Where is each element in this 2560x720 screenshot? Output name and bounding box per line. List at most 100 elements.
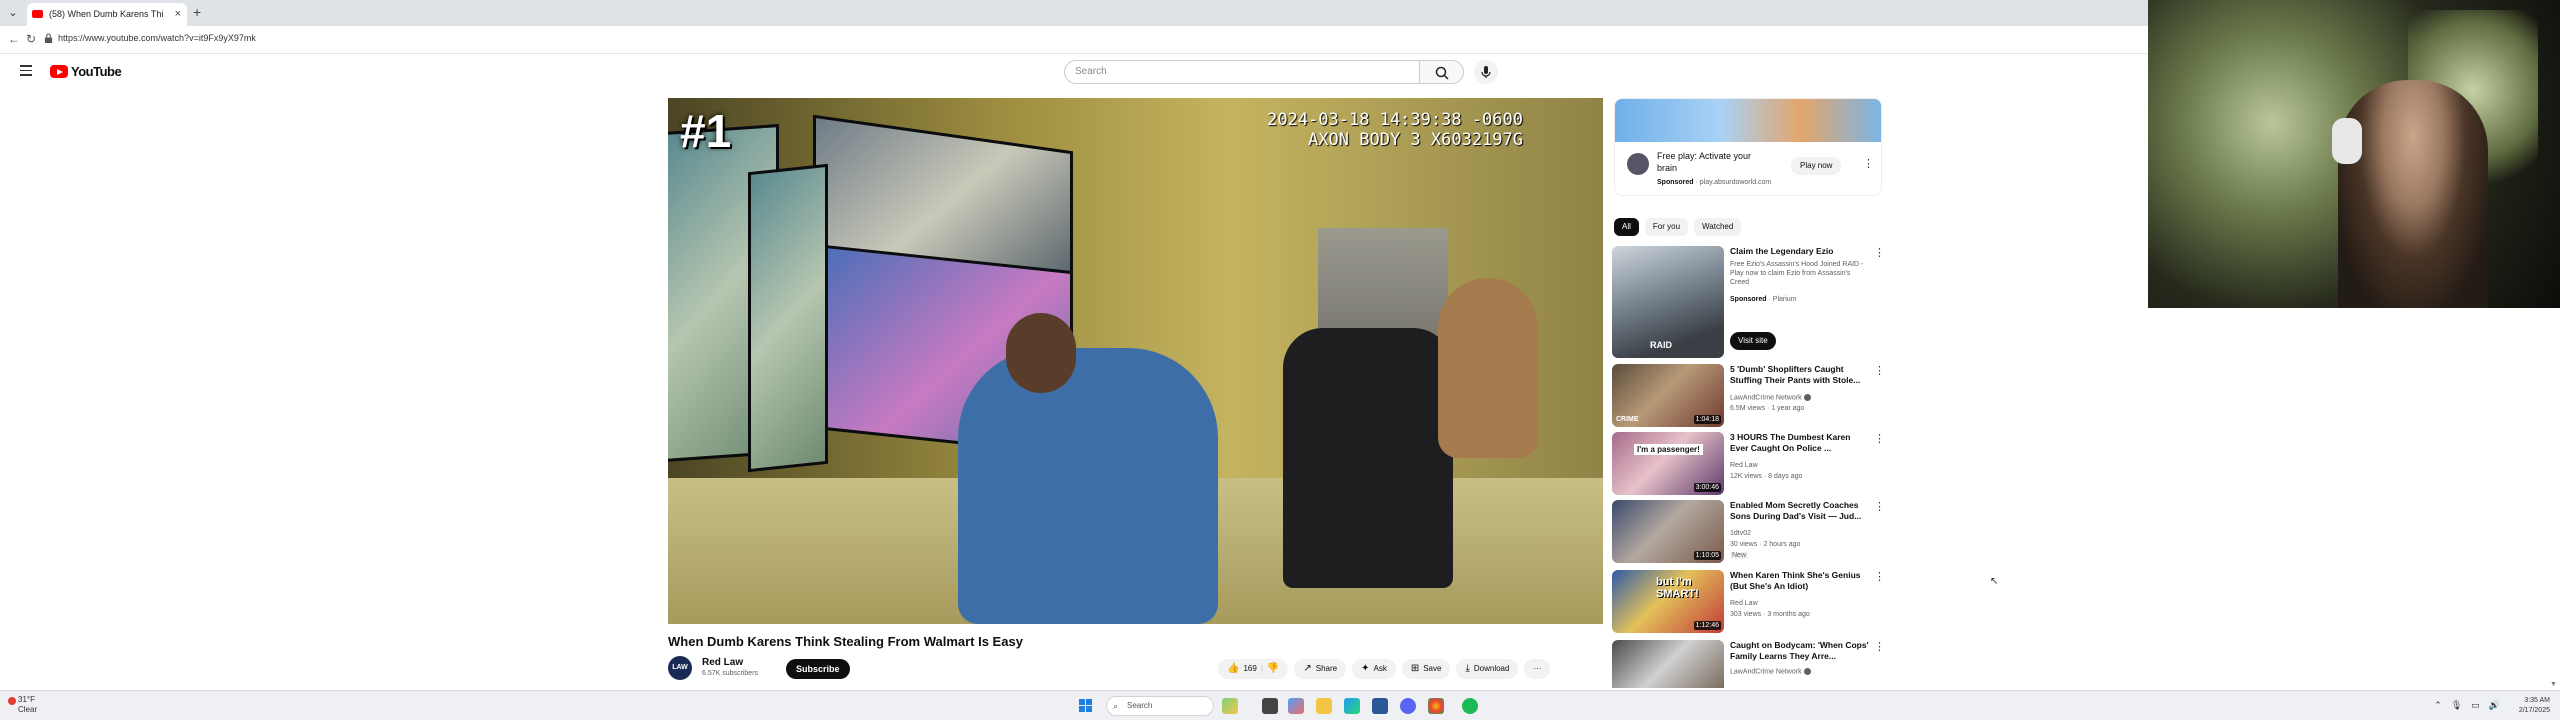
rec-thumbnail[interactable]: 1:10:05 — [1612, 500, 1724, 563]
save-button[interactable]: ⊞ Save — [1401, 659, 1451, 679]
url-field[interactable]: https://www.youtube.com/watch?v=it9Fx9yX… — [58, 33, 256, 43]
voice-search-button[interactable] — [1474, 60, 1498, 84]
ad-more-icon[interactable]: ⋮ — [1863, 157, 1874, 170]
ask-label: Ask — [1373, 664, 1387, 673]
rec-meta: 6.5M views · 1 year ago — [1730, 405, 1805, 412]
rec-sponsored-label: Sponsored — [1730, 296, 1767, 303]
new-tab-button[interactable]: + — [193, 4, 201, 20]
ad-card[interactable]: Free play: Activate your brain Sponsored… — [1614, 98, 1882, 196]
youtube-logo-text: YouTube — [71, 64, 122, 79]
video-player[interactable]: #1 2024-03-18 14:39:38 -0600 AXON BODY 3… — [668, 98, 1603, 624]
youtube-favicon-icon — [32, 10, 43, 18]
recommendation-item[interactable]: CRIME 1:04:18 5 'Dumb' Shoplifters Caugh… — [1612, 364, 1894, 428]
video-person-2 — [1438, 278, 1538, 458]
youtube-logo[interactable]: YouTube — [50, 64, 122, 79]
network-icon[interactable]: ▭ — [2471, 700, 2480, 711]
sponsored-recommendation[interactable]: RAID Claim the Legendary Ezio Free Ezio'… — [1612, 246, 1894, 358]
weather-alert-icon — [8, 697, 16, 705]
reload-icon[interactable]: ↻ — [26, 32, 36, 46]
channel-name[interactable]: Red Law — [702, 657, 743, 668]
recommendation-item[interactable]: Caught on Bodycam: 'When Cops' Family Le… — [1612, 640, 1894, 688]
copilot-icon[interactable] — [1288, 698, 1304, 714]
rec-title[interactable]: Claim the Legendary Ezio — [1730, 246, 1870, 257]
tab-close-icon[interactable]: × — [175, 3, 181, 26]
rec-description: Free Ezio's Assassin's Hood Joined RAID … — [1730, 261, 1864, 286]
menu-icon[interactable] — [20, 65, 32, 76]
taskbar-search[interactable]: ⌕ Search — [1106, 696, 1214, 716]
task-view-icon[interactable] — [1262, 698, 1278, 714]
rec-more-icon[interactable]: ⋮ — [1874, 640, 1885, 653]
more-actions-button[interactable]: ··· — [1524, 659, 1551, 679]
ad-title[interactable]: Free play: Activate your brain — [1657, 150, 1767, 174]
weather-temp: 31°F — [18, 695, 35, 704]
tray-overflow-icon[interactable]: ⌃ — [2434, 700, 2442, 711]
weather-widget[interactable]: 31°F Clear — [8, 695, 37, 715]
back-icon[interactable]: ← — [8, 32, 20, 46]
rec-more-icon[interactable]: ⋮ — [1874, 432, 1885, 445]
scroll-down-icon[interactable]: ▼ — [2550, 681, 2557, 688]
browser-tab-active[interactable]: (58) When Dumb Karens Thi × — [27, 3, 187, 26]
address-bar-row: ← ↻ https://www.youtube.com/watch?v=it9F… — [0, 26, 2148, 54]
ad-sponsored-label: Sponsored — [1657, 179, 1694, 186]
video-person — [958, 348, 1218, 624]
rec-title[interactable]: 3 HOURS The Dumbest Karen Ever Caught On… — [1730, 432, 1870, 454]
like-icon[interactable]: 👍 — [1227, 659, 1239, 679]
clock-date: 2/17/2025 — [2518, 707, 2550, 714]
ask-button[interactable]: ✦ Ask — [1352, 659, 1396, 679]
file-explorer-icon[interactable] — [1316, 698, 1332, 714]
rec-thumbnail[interactable]: CRIME 1:04:18 — [1612, 364, 1724, 427]
recommendation-item[interactable]: I'm a passenger! 3:00:46 3 HOURS The Dum… — [1612, 432, 1894, 496]
rec-more-icon[interactable]: ⋮ — [1874, 246, 1885, 259]
chip-watched[interactable]: Watched — [1694, 218, 1742, 236]
windows-start-icon[interactable] — [1079, 699, 1093, 713]
volume-icon[interactable]: 🔊 — [2489, 700, 2500, 711]
like-count[interactable]: 169 — [1243, 659, 1256, 679]
rec-title[interactable]: When Karen Think She's Genius (But She's… — [1730, 570, 1870, 592]
rec-title[interactable]: Caught on Bodycam: 'When Cops' Family Le… — [1730, 640, 1870, 662]
site-info-icon[interactable] — [44, 33, 53, 44]
dislike-icon[interactable]: 👎 — [1267, 659, 1279, 679]
rec-channel: Red Law — [1730, 600, 1758, 607]
rec-more-icon[interactable]: ⋮ — [1874, 364, 1885, 377]
search-input[interactable]: Search — [1064, 60, 1420, 84]
chip-all[interactable]: All — [1614, 218, 1639, 236]
bodycam-timestamp: 2024-03-18 14:39:38 -0600 — [1267, 110, 1523, 130]
spotify-icon[interactable] — [1462, 698, 1478, 714]
channel-row: LAW Red Law 6.57K subscribers Subscribe … — [668, 656, 1603, 682]
ad-banner-image[interactable] — [1615, 99, 1881, 142]
visit-site-button[interactable]: Visit site — [1730, 332, 1776, 350]
rec-thumb-text: I'm a passenger! — [1634, 444, 1703, 455]
subscribe-button[interactable]: Subscribe — [786, 659, 850, 679]
rec-channel: 1dtv02 — [1730, 530, 1752, 537]
recommendation-item[interactable]: but I'm SMART! 1:12:46 When Karen Think … — [1612, 570, 1894, 634]
rec-title[interactable]: Enabled Mom Secretly Coaches Sons During… — [1730, 500, 1870, 522]
widgets-icon[interactable] — [1222, 698, 1238, 714]
verified-icon — [1803, 668, 1811, 675]
clock[interactable]: 3:35 AM 2/17/2025 — [2519, 696, 2550, 716]
rec-more-icon[interactable]: ⋮ — [1874, 500, 1885, 513]
mouse-cursor-icon: ↖ — [1990, 576, 1999, 587]
search-icon — [1435, 66, 1449, 80]
rec-more-icon[interactable]: ⋮ — [1874, 570, 1885, 583]
rec-title[interactable]: 5 'Dumb' Shoplifters Caught Stuffing The… — [1730, 364, 1870, 386]
chip-for-you[interactable]: For you — [1644, 218, 1689, 236]
like-dislike-group: 👍 169 | 👎 — [1218, 659, 1289, 679]
download-button[interactable]: ⤓ Download — [1456, 659, 1519, 679]
discord-icon[interactable] — [1400, 698, 1416, 714]
microphone-icon[interactable]: 🎙 — [2451, 700, 2462, 711]
channel-avatar[interactable]: LAW — [668, 656, 692, 680]
store-icon[interactable] — [1372, 698, 1388, 714]
rec-thumbnail[interactable]: but I'm SMART! 1:12:46 — [1612, 570, 1724, 633]
rec-thumbnail[interactable] — [1612, 640, 1724, 688]
rec-thumbnail[interactable]: RAID — [1612, 246, 1724, 358]
recommendation-item[interactable]: 1:10:05 Enabled Mom Secretly Coaches Son… — [1612, 500, 1894, 564]
search-button[interactable] — [1420, 60, 1464, 84]
rec-thumbnail[interactable]: I'm a passenger! 3:00:46 — [1612, 432, 1724, 495]
share-button[interactable]: ↗ Share — [1294, 659, 1347, 679]
edge-icon[interactable] — [1344, 698, 1360, 714]
tab-search-dropdown-icon[interactable]: ⌄ — [5, 5, 21, 21]
ad-cta-button[interactable]: Play now — [1791, 157, 1842, 175]
ad-advertiser: play.absurdoworld.com — [1699, 179, 1772, 186]
download-icon: ⤓ — [1465, 663, 1470, 674]
chrome-icon[interactable] — [1428, 698, 1444, 714]
